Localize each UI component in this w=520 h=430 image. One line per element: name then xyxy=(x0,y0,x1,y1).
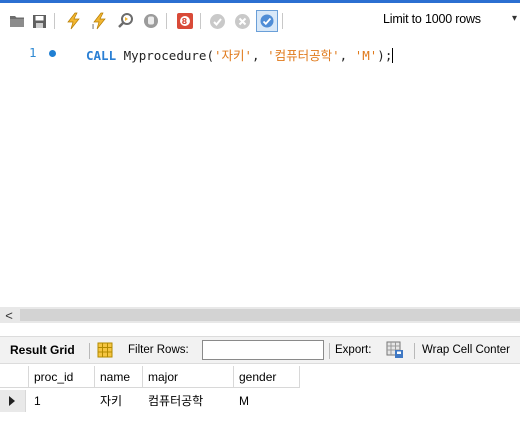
table-header-row: proc_id name major gender xyxy=(0,366,300,388)
row-selector[interactable] xyxy=(0,390,26,412)
code-close-paren: ); xyxy=(377,48,393,63)
cell-proc-id[interactable]: 1 xyxy=(29,390,95,412)
toolbar-separator xyxy=(89,343,90,359)
toolbar-separator xyxy=(200,13,201,29)
export-icon[interactable] xyxy=(386,341,404,362)
editor-horizontal-scrollbar[interactable]: < xyxy=(0,307,520,323)
code-comma: , xyxy=(339,48,355,63)
text-cursor xyxy=(392,48,394,63)
toolbar-separator xyxy=(414,343,415,359)
rollback-icon[interactable] xyxy=(231,10,253,32)
row-selector-header xyxy=(0,366,29,388)
code-string-arg2: '컴퓨터공학' xyxy=(267,48,340,63)
stop-icon[interactable] xyxy=(140,10,162,32)
chevron-down-icon[interactable]: ▾ xyxy=(512,13,517,24)
execute-icon[interactable] xyxy=(62,10,84,32)
code-string-arg3: 'M' xyxy=(354,48,378,63)
autocommit-icon[interactable] xyxy=(256,10,278,32)
result-grid-tab[interactable]: Result Grid xyxy=(10,343,75,357)
execute-current-icon[interactable]: I xyxy=(88,10,110,32)
result-grid-toolbar: Result Grid Filter Rows: Export: Wrap Ce… xyxy=(0,336,520,364)
svg-text:I: I xyxy=(92,23,94,30)
column-header-gender[interactable]: gender xyxy=(234,366,300,388)
commit-icon[interactable] xyxy=(206,10,228,32)
column-header-name[interactable]: name xyxy=(95,366,143,388)
cell-major[interactable]: 컴퓨터공학 xyxy=(143,390,234,412)
grid-layout-icon[interactable] xyxy=(97,342,113,361)
code-comma: , xyxy=(252,48,268,63)
limit-rows-select[interactable]: Limit to 1000 rows xyxy=(383,12,481,26)
svg-text:8: 8 xyxy=(182,17,188,26)
code-string-arg1: '자키' xyxy=(213,48,253,63)
toggle-error-icon[interactable]: 8 xyxy=(174,10,196,32)
wrap-cell-content-label[interactable]: Wrap Cell Conter xyxy=(422,344,510,356)
export-label: Export: xyxy=(335,344,372,356)
open-folder-icon[interactable] xyxy=(6,10,28,32)
editor-line: 1 CALL Myprocedure('자키', '컴퓨터공학', 'M'); xyxy=(0,45,520,65)
statement-marker-icon xyxy=(49,50,56,57)
filter-rows-input[interactable] xyxy=(202,340,324,360)
cell-name[interactable]: 자키 xyxy=(95,390,143,412)
column-header-proc-id[interactable]: proc_id xyxy=(29,366,95,388)
toolbar-separator xyxy=(54,13,55,29)
toolbar-separator xyxy=(166,13,167,29)
toolbar-separator xyxy=(282,13,283,29)
scrollbar-thumb[interactable] xyxy=(20,309,520,321)
current-row-arrow-icon xyxy=(9,396,15,406)
code-open-paren: ( xyxy=(206,48,214,63)
filter-rows-label: Filter Rows: xyxy=(128,344,189,356)
scroll-left-arrow-icon[interactable]: < xyxy=(3,307,15,323)
save-icon[interactable] xyxy=(28,10,50,32)
sql-editor[interactable]: 1 CALL Myprocedure('자키', '컴퓨터공학', 'M'); xyxy=(0,36,520,306)
cell-gender[interactable]: M xyxy=(234,390,300,412)
code-text[interactable]: CALL Myprocedure('자키', '컴퓨터공학', 'M'); xyxy=(86,45,394,64)
table-row[interactable]: 1 자키 컴퓨터공학 M xyxy=(0,390,300,412)
code-procedure-name: Myprocedure xyxy=(123,48,207,63)
toolbar-separator xyxy=(329,343,330,359)
code-keyword: CALL xyxy=(86,48,117,63)
explain-icon[interactable] xyxy=(115,10,137,32)
line-number: 1 xyxy=(29,45,37,60)
column-header-major[interactable]: major xyxy=(143,366,234,388)
query-toolbar: I 8 Limit to 1000 rows ▾ xyxy=(0,0,520,36)
